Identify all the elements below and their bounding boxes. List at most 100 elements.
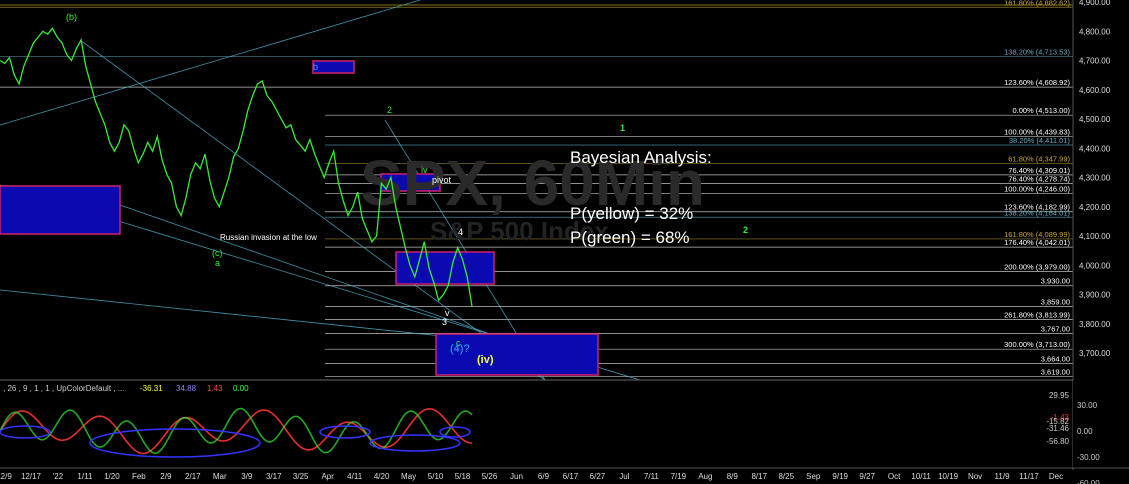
time-tick-label: 7/11 [644,472,660,481]
wave-label: 1 [620,123,625,133]
fib-label: 3,767.00 [1041,324,1070,333]
fib-label: 123.60% (4,608.92) [1004,78,1070,87]
oscillator-right-label: -31.46 [1046,424,1069,433]
oscillator-right-label: 29.95 [1049,391,1070,400]
price-tick-label: 3,900.00 [1079,291,1111,300]
time-tick-label: Oct [888,472,901,481]
time-tick-label: 3/25 [293,472,309,481]
price-tick-label: 4,800.00 [1079,27,1111,36]
time-tick-label: 5/10 [428,472,444,481]
time-tick-label: 10/19 [938,472,959,481]
time-tick-label: 8/25 [778,472,794,481]
oscillator-ellipse [369,434,461,452]
time-tick-label: 2/17 [185,472,201,481]
price-tick-label: 4,000.00 [1079,261,1111,270]
fib-label: 176.40% (4,042.01) [1004,238,1070,247]
time-tick-label: Nov [968,472,982,481]
oscillator-ellipse [89,428,261,458]
oscillator-tick: 0.00 [1077,427,1093,436]
time-tick-label: 4/11 [347,472,363,481]
fib-label: 3,859.00 [1041,297,1070,306]
chart-stage: 161.80% (4,882.62) 138.20% (4,713.53) 123.… [0,0,1129,484]
oscillator-tick: -60.00 [1077,479,1100,484]
fib-label: 3,664.00 [1041,355,1070,364]
time-tick-label: 6/27 [590,472,606,481]
time-axis: 12/9 12/17 '22 1/11 1/20 Feb 2/9 2/17 Mar 3/9 3/17… [0,467,1129,481]
wave-label: b [313,62,318,72]
wave-label: Russian invasion at the low [220,233,317,242]
time-tick-label: 4/20 [374,472,390,481]
time-tick-label: 12/17 [21,472,42,481]
price-tick-label: 4,700.00 [1079,57,1111,66]
time-tick-label: 2/9 [160,472,172,481]
oscillator-line [0,407,473,455]
oscillator-tick: -30.00 [1077,453,1100,462]
time-tick-label: '22 [53,472,64,481]
time-tick-label: May [401,472,416,481]
time-tick-label: Sep [806,472,821,481]
wave-label: 3 [442,317,447,327]
probability-green: P(green) = 68% [570,228,690,247]
time-tick-label: 9/19 [832,472,848,481]
fib-label: 0.00% (4,513.00) [1012,106,1070,115]
price-tick-label: 4,200.00 [1079,203,1111,212]
price-tick-label: 4,300.00 [1079,174,1111,183]
price-tick-label: 3,700.00 [1079,349,1111,358]
probability-yellow: P(yellow) = 32% [570,204,694,223]
time-tick-label: 11/17 [1019,472,1039,481]
price-tick-label: 4,400.00 [1079,144,1111,153]
wave-label: v [445,308,450,318]
price-tick-label: 4,100.00 [1079,232,1111,241]
time-tick-label: 7/19 [671,472,687,481]
wave-label: 4 [458,227,463,237]
oscillator-value: 1.43 [207,384,223,393]
target-box [312,60,355,74]
time-tick-label: 3/9 [241,472,253,481]
fib-label: 38.20% (4,411.01) [1009,136,1071,145]
oscillator-line [0,407,473,455]
time-tick-label: 8/9 [727,472,739,481]
oscillator-right-label: -56.80 [1046,437,1069,446]
time-tick-label: Mar [213,472,227,481]
fib-label: 300.00% (3,713.00) [1004,340,1070,349]
oscillator-value: 0.00 [233,384,249,393]
wave-label: 2 [387,105,392,115]
fib-label: 261.80% (3,813.99) [1004,311,1070,320]
time-tick-label: Jul [619,472,629,481]
time-tick-label: 5/26 [482,472,498,481]
price-tick-label: 3,800.00 [1079,320,1111,329]
time-tick-label: 5/18 [455,472,471,481]
time-tick-label: Apr [321,472,334,481]
oscillator-value: -36.31 [140,384,163,393]
fib-label: 76.40% (4,309.01) [1008,166,1070,175]
time-tick-label: 8/17 [751,472,767,481]
fib-label: 161.80% (4,882.62) [1004,0,1070,7]
fib-label: 3,619.00 [1041,368,1070,377]
wave-label: a [215,258,220,268]
price-tick-label: 4,600.00 [1079,86,1111,95]
time-tick-label: Feb [132,472,146,481]
price-tick-label: 4,500.00 [1079,115,1111,124]
fib-label: 138.20% (4,713.53) [1004,48,1070,57]
wave-label: 2 [743,225,748,235]
oscillator-tick: 30.00 [1077,401,1098,410]
time-tick-label: 12/9 [0,472,12,481]
time-tick-label: 1/20 [104,472,120,481]
time-tick-label: 11/9 [995,472,1011,481]
time-tick-label: 9/27 [859,472,875,481]
wave-label: (c) [212,248,223,258]
wave-label: iv [421,165,428,175]
trend-line [0,0,421,126]
wave-label: pivot [432,175,452,185]
wave-label: (b) [66,12,77,22]
fib-label: 138.20% (4,164.01) [1004,208,1070,217]
wave-label: (iv) [477,354,494,366]
fib-label: 3,930.00 [1041,277,1070,286]
wave-label: (4)? [450,343,470,355]
trend-line [0,289,481,341]
time-tick-label: 3/17 [266,472,282,481]
price-chart: 161.80% (4,882.62) 138.20% (4,713.53) 123.… [0,0,1129,484]
time-tick-label: 10/11 [911,472,931,481]
target-box [0,185,121,235]
fib-label: 61.80% (4,347.99) [1008,154,1070,163]
